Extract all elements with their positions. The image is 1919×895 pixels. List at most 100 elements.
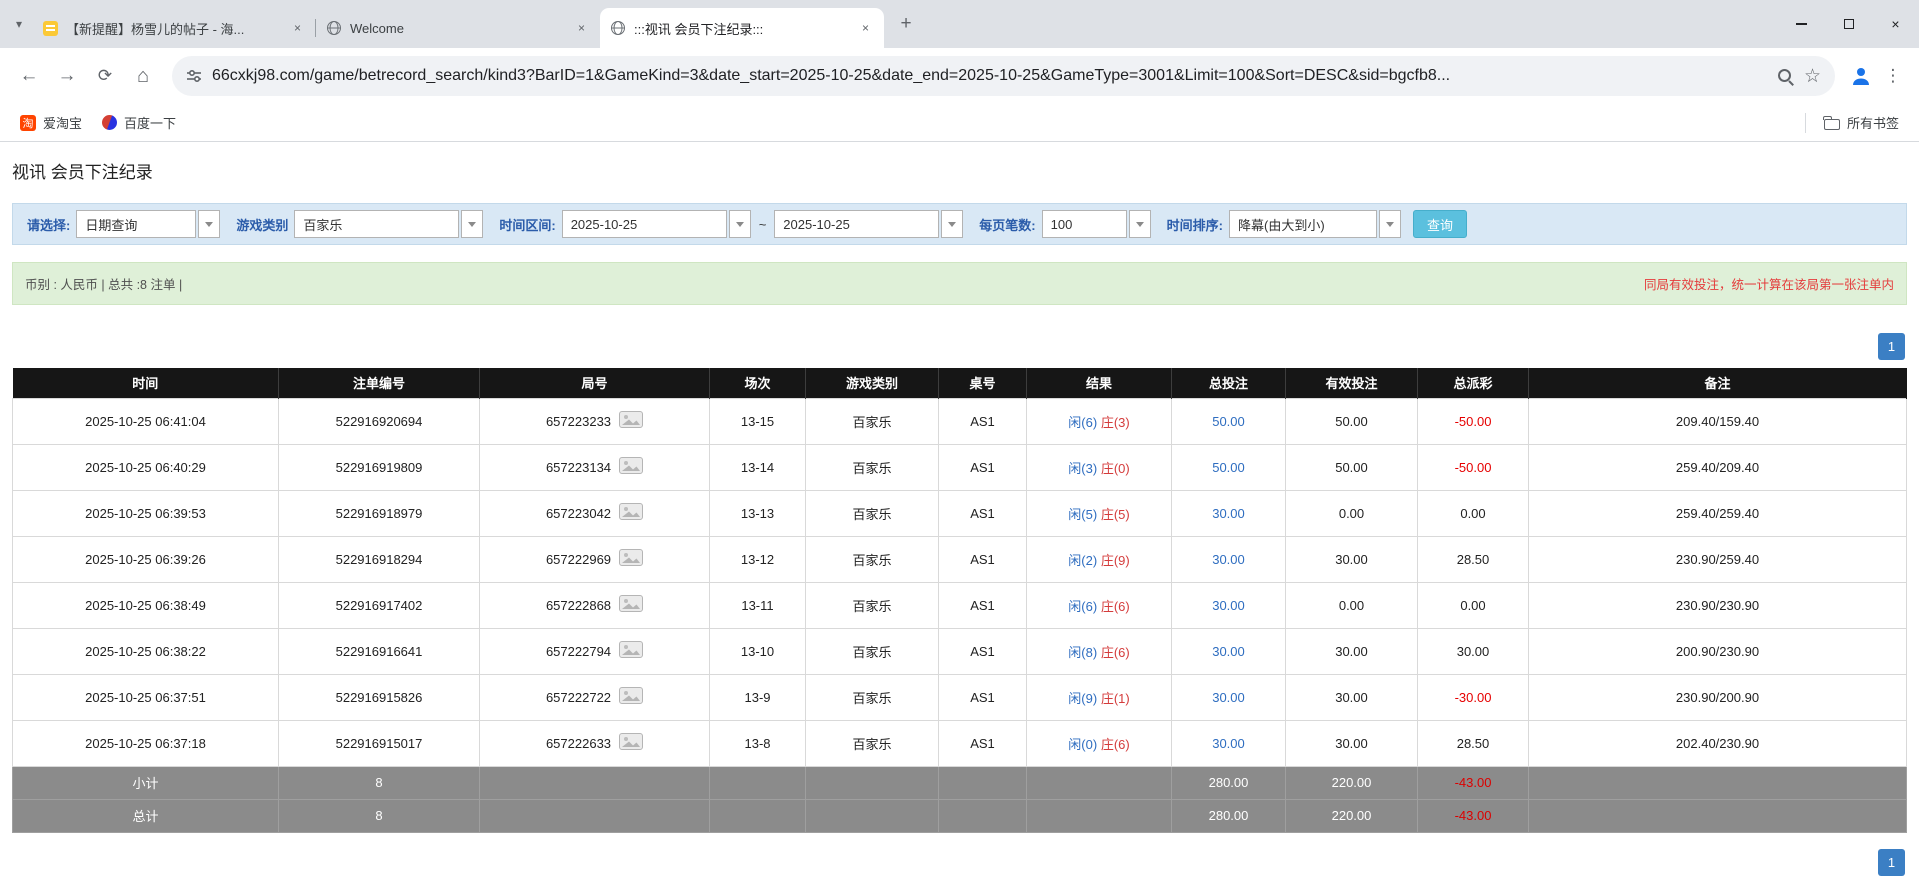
column-header: 局号 [480,368,710,398]
cell-time: 2025-10-25 06:38:22 [13,628,279,674]
cell-session: 13-10 [710,628,806,674]
cell-note: 202.40/230.90 [1529,720,1907,766]
sort-order-value: 降幕(由大到小) [1229,210,1377,238]
chevron-down-icon[interactable] [1129,210,1151,238]
cell-total-bet: 30.00 [1172,582,1286,628]
cell-bet-id: 522916918294 [279,536,480,582]
total-bet-link[interactable]: 30.00 [1212,736,1245,751]
cell-result: 闲(9) 庄(1) [1027,674,1172,720]
forward-button[interactable]: → [48,57,86,95]
home-button[interactable]: ⌂ [124,57,162,95]
round-result-image-icon[interactable] [619,641,643,661]
site-info-icon[interactable] [186,68,202,84]
page-title: 视讯 会员下注纪录 [12,158,1919,183]
round-result-image-icon[interactable] [619,549,643,569]
query-type-select[interactable]: 日期查询 [76,210,220,238]
tab-close-icon[interactable]: × [857,20,874,37]
date-end-picker[interactable]: 2025-10-25 [774,210,963,238]
cell-round-id: 657223233 [480,398,710,444]
minimize-button[interactable] [1778,0,1825,48]
maximize-button[interactable] [1825,0,1872,48]
round-result-image-icon[interactable] [619,595,643,615]
reload-button[interactable]: ⟳ [86,57,124,95]
tab-list-chevron-icon[interactable]: ▾ [6,11,32,37]
footer-count: 8 [279,799,480,832]
cell-session: 13-9 [710,674,806,720]
date-start-picker[interactable]: 2025-10-25 [562,210,751,238]
round-number: 657223233 [546,414,611,429]
profile-avatar-icon[interactable] [1845,60,1877,92]
total-bet-link[interactable]: 30.00 [1212,690,1245,705]
new-tab-button[interactable]: + [892,10,920,38]
search-button[interactable]: 查询 [1413,210,1467,238]
back-button[interactable]: ← [10,57,48,95]
cell-result: 闲(0) 庄(6) [1027,720,1172,766]
footer-valid-bet: 220.00 [1286,799,1418,832]
close-window-button[interactable]: × [1872,0,1919,48]
result-player: 闲(9) [1068,691,1097,706]
footer-empty-cell [806,766,939,799]
bet-table-foot: 小计8280.00220.00-43.00总计8280.00220.00-43.… [13,766,1907,832]
bookmark-star-icon[interactable]: ☆ [1804,65,1821,88]
browser-tab[interactable]: 【新提醒】杨雪儿的帖子 - 海...× [32,8,316,48]
table-row: 2025-10-25 06:38:49522916917402657222868… [13,582,1907,628]
page-number-button[interactable]: 1 [1878,849,1905,876]
footer-payout: -43.00 [1418,766,1529,799]
total-row: 总计8280.00220.00-43.00 [13,799,1907,832]
game-type-select[interactable]: 百家乐 [294,210,483,238]
total-bet-link[interactable]: 30.00 [1212,644,1245,659]
column-header: 结果 [1027,368,1172,398]
cell-note: 259.40/209.40 [1529,444,1907,490]
result-player: 闲(2) [1068,553,1097,568]
total-bet-link[interactable]: 30.00 [1212,552,1245,567]
total-bet-link[interactable]: 50.00 [1212,414,1245,429]
page-size-value: 100 [1042,210,1127,238]
tab-close-icon[interactable]: × [573,20,590,37]
bookmark-item[interactable]: 淘爱淘宝 [12,109,90,136]
all-bookmarks-button[interactable]: 所有书签 [1816,109,1907,136]
cell-payout: -30.00 [1418,674,1529,720]
tab-close-icon[interactable]: × [289,20,306,37]
browser-menu-icon[interactable]: ⋮ [1877,60,1909,92]
browser-tab[interactable]: :::视讯 会员下注纪录:::× [600,8,884,48]
column-header: 注单编号 [279,368,480,398]
cell-session: 13-12 [710,536,806,582]
column-header: 总投注 [1172,368,1286,398]
pagination-bottom: 1 [14,849,1905,876]
browser-toolbar: ← → ⟳ ⌂ 66cxkj98.com/game/betrecord_sear… [0,48,1919,104]
taobao-icon: 淘 [20,115,36,131]
page-size-select[interactable]: 100 [1042,210,1151,238]
total-bet-link[interactable]: 30.00 [1212,506,1245,521]
table-row: 2025-10-25 06:37:18522916915017657222633… [13,720,1907,766]
chevron-down-icon[interactable] [729,210,751,238]
total-bet-link[interactable]: 50.00 [1212,460,1245,475]
cell-bet-id: 522916915826 [279,674,480,720]
bookmark-item[interactable]: 百度一下 [94,109,184,136]
footer-empty-cell [480,799,710,832]
round-result-image-icon[interactable] [619,687,643,707]
cell-payout: 0.00 [1418,490,1529,536]
round-result-image-icon[interactable] [619,733,643,753]
round-result-image-icon[interactable] [619,457,643,477]
round-result-image-icon[interactable] [619,411,643,431]
round-result-image-icon[interactable] [619,503,643,523]
page-number-button[interactable]: 1 [1878,333,1905,360]
date-start-value: 2025-10-25 [562,210,727,238]
zoom-icon[interactable] [1777,68,1794,85]
sort-order-select[interactable]: 降幕(由大到小) [1229,210,1401,238]
maximize-icon [1844,19,1854,29]
valid-bet-notice-text: 同局有效投注，统一计算在该局第一张注单内 [1644,274,1894,293]
total-bet-link[interactable]: 30.00 [1212,598,1245,613]
cell-game-type: 百家乐 [806,628,939,674]
chevron-down-icon[interactable] [198,210,220,238]
chevron-down-icon[interactable] [941,210,963,238]
chevron-down-icon[interactable] [1379,210,1401,238]
cell-note: 209.40/159.40 [1529,398,1907,444]
cell-total-bet: 30.00 [1172,720,1286,766]
query-type-value: 日期查询 [76,210,196,238]
address-bar[interactable]: 66cxkj98.com/game/betrecord_search/kind3… [172,56,1835,96]
footer-empty-cell [710,766,806,799]
chevron-down-icon[interactable] [461,210,483,238]
url-text[interactable]: 66cxkj98.com/game/betrecord_search/kind3… [212,67,1767,85]
browser-tab[interactable]: Welcome× [316,8,600,48]
